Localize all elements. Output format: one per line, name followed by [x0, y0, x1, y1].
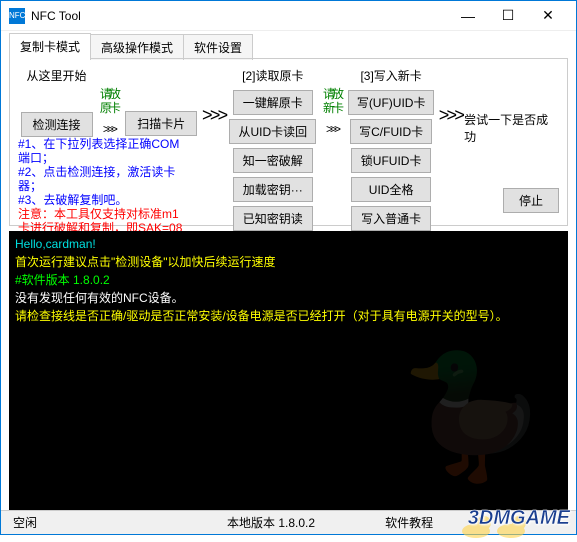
arrow-glyph-2: >>>: [326, 122, 338, 136]
try-label: 尝试一下是否成功: [464, 111, 559, 145]
step1-column: 从这里开始 检测连接: [18, 67, 95, 141]
minimize-button[interactable]: —: [448, 1, 488, 31]
watermark-logo: 3DMGAME: [468, 507, 570, 530]
uid-full-format-button[interactable]: UID全格: [351, 177, 431, 202]
hint-place-original: 请放 原卡: [95, 87, 123, 115]
try-column: 尝试一下是否成功: [464, 67, 559, 145]
term-line-3: #软件版本 1.8.0.2: [15, 271, 562, 289]
step2-label: [2]读取原卡: [242, 67, 303, 84]
load-keys-button[interactable]: 加载密钥···: [233, 177, 313, 202]
arrow-icon: 请放 原卡 >>>: [95, 67, 123, 139]
step2-column: [2]读取原卡 一键解原卡 从UID卡读回 知一密破解 加载密钥··· 已知密钥…: [229, 67, 316, 235]
tab-advanced-mode[interactable]: 高级操作模式: [90, 34, 184, 60]
title-bar: NFC NFC Tool — ☐ ✕: [1, 1, 576, 31]
detect-connect-button[interactable]: 检测连接: [21, 112, 93, 137]
term-line-1: Hello,cardman!: [15, 235, 562, 253]
scan-card-button[interactable]: 扫描卡片: [125, 111, 197, 136]
arrow-icon-3: 请放 新卡 >>>: [318, 67, 346, 139]
close-button[interactable]: ✕: [528, 1, 568, 31]
write-uf-uid-button[interactable]: 写(UF)UID卡: [348, 90, 435, 115]
term-line-4: 没有发现任何有效的NFC设备。: [15, 289, 562, 307]
status-idle: 空闲: [13, 514, 37, 531]
app-icon: NFC: [9, 8, 25, 24]
lock-ufuid-button[interactable]: 锁UFUID卡: [351, 148, 431, 173]
known-key-read-button[interactable]: 已知密钥读: [233, 206, 313, 231]
arrow-icon-4: >>>: [436, 67, 464, 127]
note-line-3: #3、去破解复制吧。: [18, 193, 186, 207]
maximize-button[interactable]: ☐: [488, 1, 528, 31]
step1-label: 从这里开始: [27, 67, 87, 84]
step3-column: [3]写入新卡 写(UF)UID卡 写C/FUID卡 锁UFUID卡 UID全格…: [348, 67, 435, 235]
note-line-2: #2、点击检测连接，激活读卡器；: [18, 165, 186, 193]
arrow-glyph: >>>: [103, 122, 115, 136]
note-line-1: #1、在下拉列表选择正确COM端口；: [18, 137, 186, 165]
main-panel: 从这里开始 检测连接 请放 原卡 >>> 扫描卡片 >>> [2]读取原卡 一键…: [9, 58, 568, 226]
background-duck-icon: 🦆: [399, 407, 548, 425]
known-one-crack-button[interactable]: 知一密破解: [233, 148, 313, 173]
term-line-5: 请检查接线是否正确/驱动是否正常安装/设备电源是否已经打开（对于具有电源开关的型…: [15, 307, 562, 325]
stop-button[interactable]: 停止: [503, 188, 559, 213]
tab-strip: 复制卡模式 高级操作模式 软件设置: [1, 33, 576, 59]
step3-label: [3]写入新卡: [360, 67, 421, 84]
status-version: 本地版本 1.8.0.2: [227, 514, 315, 531]
tab-copy-mode[interactable]: 复制卡模式: [9, 33, 91, 59]
write-c-fuid-button[interactable]: 写C/FUID卡: [350, 119, 432, 144]
hint-place-new: 请放 新卡: [318, 87, 346, 115]
arrow-icon-2: >>>: [200, 67, 228, 127]
window-title: NFC Tool: [31, 9, 448, 23]
terminal-output[interactable]: 🦆 Hello,cardman! 首次运行建议点击"检测设备"以加快后续运行速度…: [9, 231, 568, 525]
read-from-uid-button[interactable]: 从UID卡读回: [229, 119, 316, 144]
tab-settings[interactable]: 软件设置: [183, 34, 253, 60]
term-line-2: 首次运行建议点击"检测设备"以加快后续运行速度: [15, 253, 562, 271]
status-tutorial-link[interactable]: 软件教程: [385, 514, 433, 531]
one-key-decode-button[interactable]: 一键解原卡: [233, 90, 313, 115]
scan-column: 扫描卡片: [123, 67, 200, 140]
write-normal-button[interactable]: 写入普通卡: [351, 206, 431, 231]
